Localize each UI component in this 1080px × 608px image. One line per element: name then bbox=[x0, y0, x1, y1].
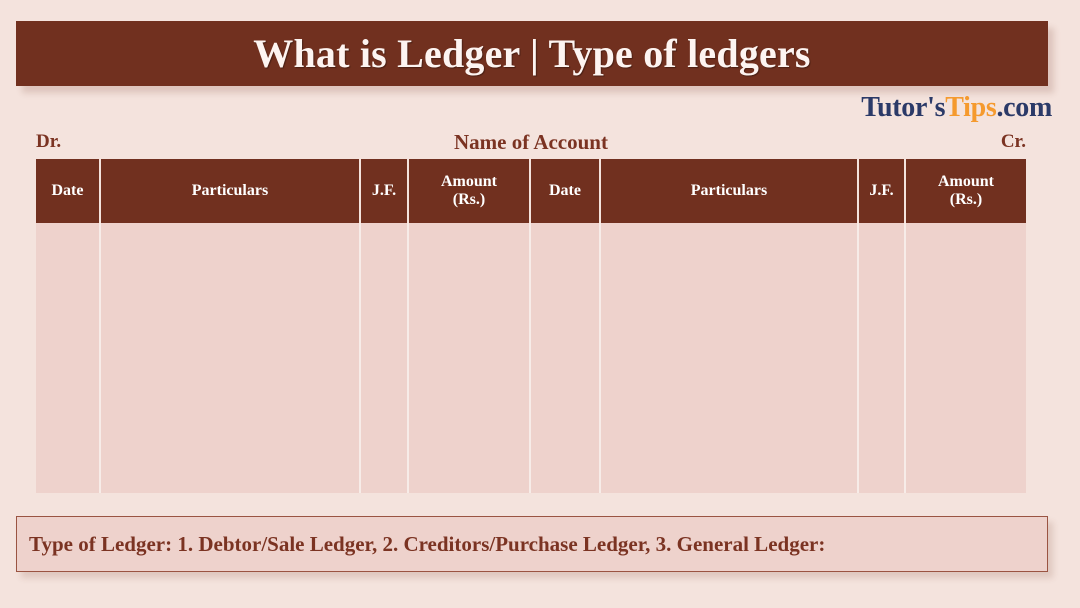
page-title: What is Ledger | Type of ledgers bbox=[253, 31, 811, 76]
brand-logo-part-tips: Tips bbox=[945, 92, 997, 123]
caption-text: Type of Ledger: 1. Debtor/Sale Ledger, 2… bbox=[29, 531, 826, 556]
credit-side-label: Cr. bbox=[1000, 131, 1026, 152]
column-header-label: Date bbox=[549, 182, 581, 200]
column-header-jf-debit: J.F. bbox=[359, 159, 409, 223]
cell-particulars-debit[interactable] bbox=[99, 223, 361, 493]
table-row bbox=[36, 223, 1026, 493]
ledger-header-row: Date Particulars J.F. Amount (Rs.) Date P… bbox=[36, 159, 1026, 223]
brand-logo: Tutor'sTips.com bbox=[861, 94, 1052, 122]
column-header-amount-debit: Amount (Rs.) bbox=[407, 159, 531, 223]
title-banner: What is Ledger | Type of ledgers bbox=[16, 21, 1048, 86]
column-header-label: Amount bbox=[937, 173, 994, 191]
column-header-label: J.F. bbox=[869, 182, 894, 200]
column-header-label-unit: (Rs.) bbox=[949, 191, 983, 208]
column-header-label-unit: (Rs.) bbox=[452, 191, 486, 208]
cell-particulars-credit[interactable] bbox=[599, 223, 859, 493]
column-header-label: Amount bbox=[440, 173, 497, 191]
brand-logo-part-domain: .com bbox=[996, 92, 1052, 123]
column-header-particulars-credit: Particulars bbox=[599, 159, 859, 223]
column-header-label: Particulars bbox=[690, 182, 768, 200]
cell-date-debit[interactable] bbox=[36, 223, 101, 493]
column-header-date-credit: Date bbox=[529, 159, 601, 223]
column-header-label: J.F. bbox=[371, 182, 397, 200]
caption-box: Type of Ledger: 1. Debtor/Sale Ledger, 2… bbox=[16, 516, 1048, 572]
column-header-amount-credit: Amount (Rs.) bbox=[904, 159, 1026, 223]
account-name-heading: Name of Account bbox=[454, 129, 608, 154]
cell-amount-debit[interactable] bbox=[407, 223, 531, 493]
brand-logo-part-tutors: Tutor's bbox=[861, 92, 946, 123]
column-header-jf-credit: J.F. bbox=[857, 159, 906, 223]
column-header-label: Particulars bbox=[191, 182, 269, 200]
column-header-label: Date bbox=[51, 182, 84, 200]
cell-date-credit[interactable] bbox=[529, 223, 601, 493]
ledger-table: Date Particulars J.F. Amount (Rs.) Date P… bbox=[36, 159, 1026, 493]
column-header-date-debit: Date bbox=[36, 159, 101, 223]
debit-side-label: Dr. bbox=[36, 131, 62, 152]
cell-jf-debit[interactable] bbox=[359, 223, 409, 493]
column-header-particulars-debit: Particulars bbox=[99, 159, 361, 223]
account-title-row: Dr. Name of Account Cr. bbox=[36, 128, 1026, 156]
cell-amount-credit[interactable] bbox=[904, 223, 1026, 493]
cell-jf-credit[interactable] bbox=[857, 223, 906, 493]
